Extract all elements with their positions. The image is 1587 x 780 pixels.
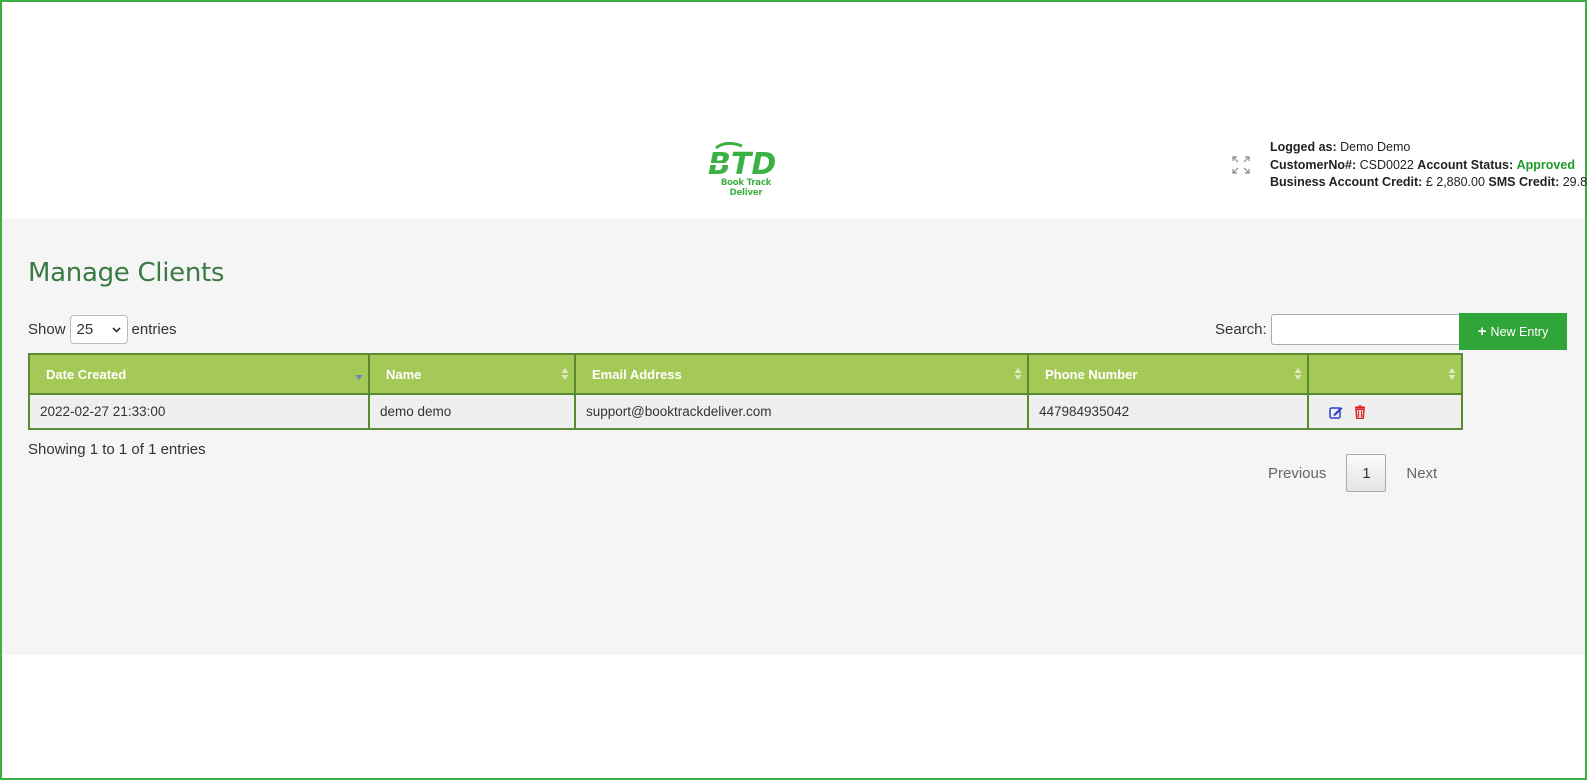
- search-label: Search:: [1215, 321, 1267, 338]
- sort-desc-icon: [355, 375, 363, 380]
- sort-icon: [1448, 368, 1456, 380]
- fullscreen-icon[interactable]: [1232, 156, 1250, 174]
- delete-icon[interactable]: [1353, 404, 1367, 419]
- column-header-actions[interactable]: [1307, 353, 1463, 395]
- column-label: Name: [386, 366, 422, 382]
- cell-date-created: 2022-02-27 21:33:00: [28, 393, 370, 430]
- plus-icon: +: [1477, 323, 1487, 340]
- cell-phone: 447984935042: [1027, 393, 1309, 430]
- sort-icon: [1014, 368, 1022, 380]
- btd-logo-icon: BTD: [708, 141, 776, 182]
- brand-logo[interactable]: BTD Book Track Deliver: [706, 141, 782, 198]
- page-title: Manage Clients: [28, 258, 225, 288]
- logo-tagline: Book Track Deliver: [720, 178, 772, 198]
- show-entries: Show 25 entries: [28, 315, 177, 344]
- sort-icon: [1294, 368, 1302, 380]
- cell-actions: [1307, 393, 1463, 430]
- logged-as-label: Logged as:: [1270, 140, 1337, 154]
- show-label: Show: [28, 321, 66, 338]
- account-status-label: Account Status:: [1417, 157, 1514, 172]
- new-entry-label: New Entry: [1490, 324, 1549, 339]
- cell-email: support@booktrackdeliver.com: [574, 393, 1029, 430]
- page-1-button[interactable]: 1: [1346, 454, 1387, 492]
- entries-select[interactable]: 25: [69, 315, 128, 344]
- column-header-email[interactable]: Email Address: [574, 353, 1029, 395]
- table-row: 2022-02-27 21:33:00 demo demo support@bo…: [28, 393, 1463, 430]
- main-content: Manage Clients Show 25 entries Search: +…: [2, 219, 1585, 655]
- search-area: Search:: [1215, 314, 1461, 345]
- column-header-name[interactable]: Name: [368, 353, 576, 395]
- next-button[interactable]: Next: [1390, 454, 1453, 492]
- previous-button[interactable]: Previous: [1252, 454, 1342, 492]
- showing-info: Showing 1 to 1 of 1 entries: [28, 441, 206, 458]
- cell-name: demo demo: [368, 393, 576, 430]
- customer-no-value: CSD0022: [1359, 157, 1414, 172]
- sms-credit-label: SMS Credit:: [1488, 175, 1560, 189]
- sms-credit-value: 29.85: [1562, 175, 1587, 189]
- column-header-date-created[interactable]: Date Created: [28, 353, 370, 395]
- chevron-down-icon: [111, 326, 121, 333]
- pagination: Previous 1 Next: [1252, 454, 1453, 492]
- column-label: Phone Number: [1045, 366, 1138, 382]
- sort-icon: [561, 368, 569, 380]
- new-entry-button[interactable]: + New Entry: [1459, 313, 1567, 350]
- edit-icon[interactable]: [1329, 405, 1343, 419]
- table-header-row: Date Created Name Email Address Phone Nu…: [28, 353, 1463, 395]
- top-header: BTD Book Track Deliver Logged as: Demo D…: [2, 2, 1587, 219]
- business-credit-value: £ 2,880.00: [1425, 175, 1485, 189]
- account-status-value: Approved: [1516, 157, 1575, 172]
- entries-select-value: 25: [76, 321, 94, 338]
- clients-table: Date Created Name Email Address Phone Nu…: [28, 353, 1463, 430]
- business-credit-label: Business Account Credit:: [1270, 175, 1423, 189]
- column-label: Email Address: [592, 366, 682, 382]
- column-label: Date Created: [46, 366, 127, 382]
- column-header-phone[interactable]: Phone Number: [1027, 353, 1309, 395]
- search-input[interactable]: [1270, 314, 1461, 345]
- account-info: Logged as: Demo Demo CustomerNo#: CSD002…: [1270, 139, 1587, 192]
- logged-as-value: Demo Demo: [1340, 140, 1411, 154]
- entries-label: entries: [131, 321, 177, 338]
- customer-no-label: CustomerNo#:: [1270, 157, 1357, 172]
